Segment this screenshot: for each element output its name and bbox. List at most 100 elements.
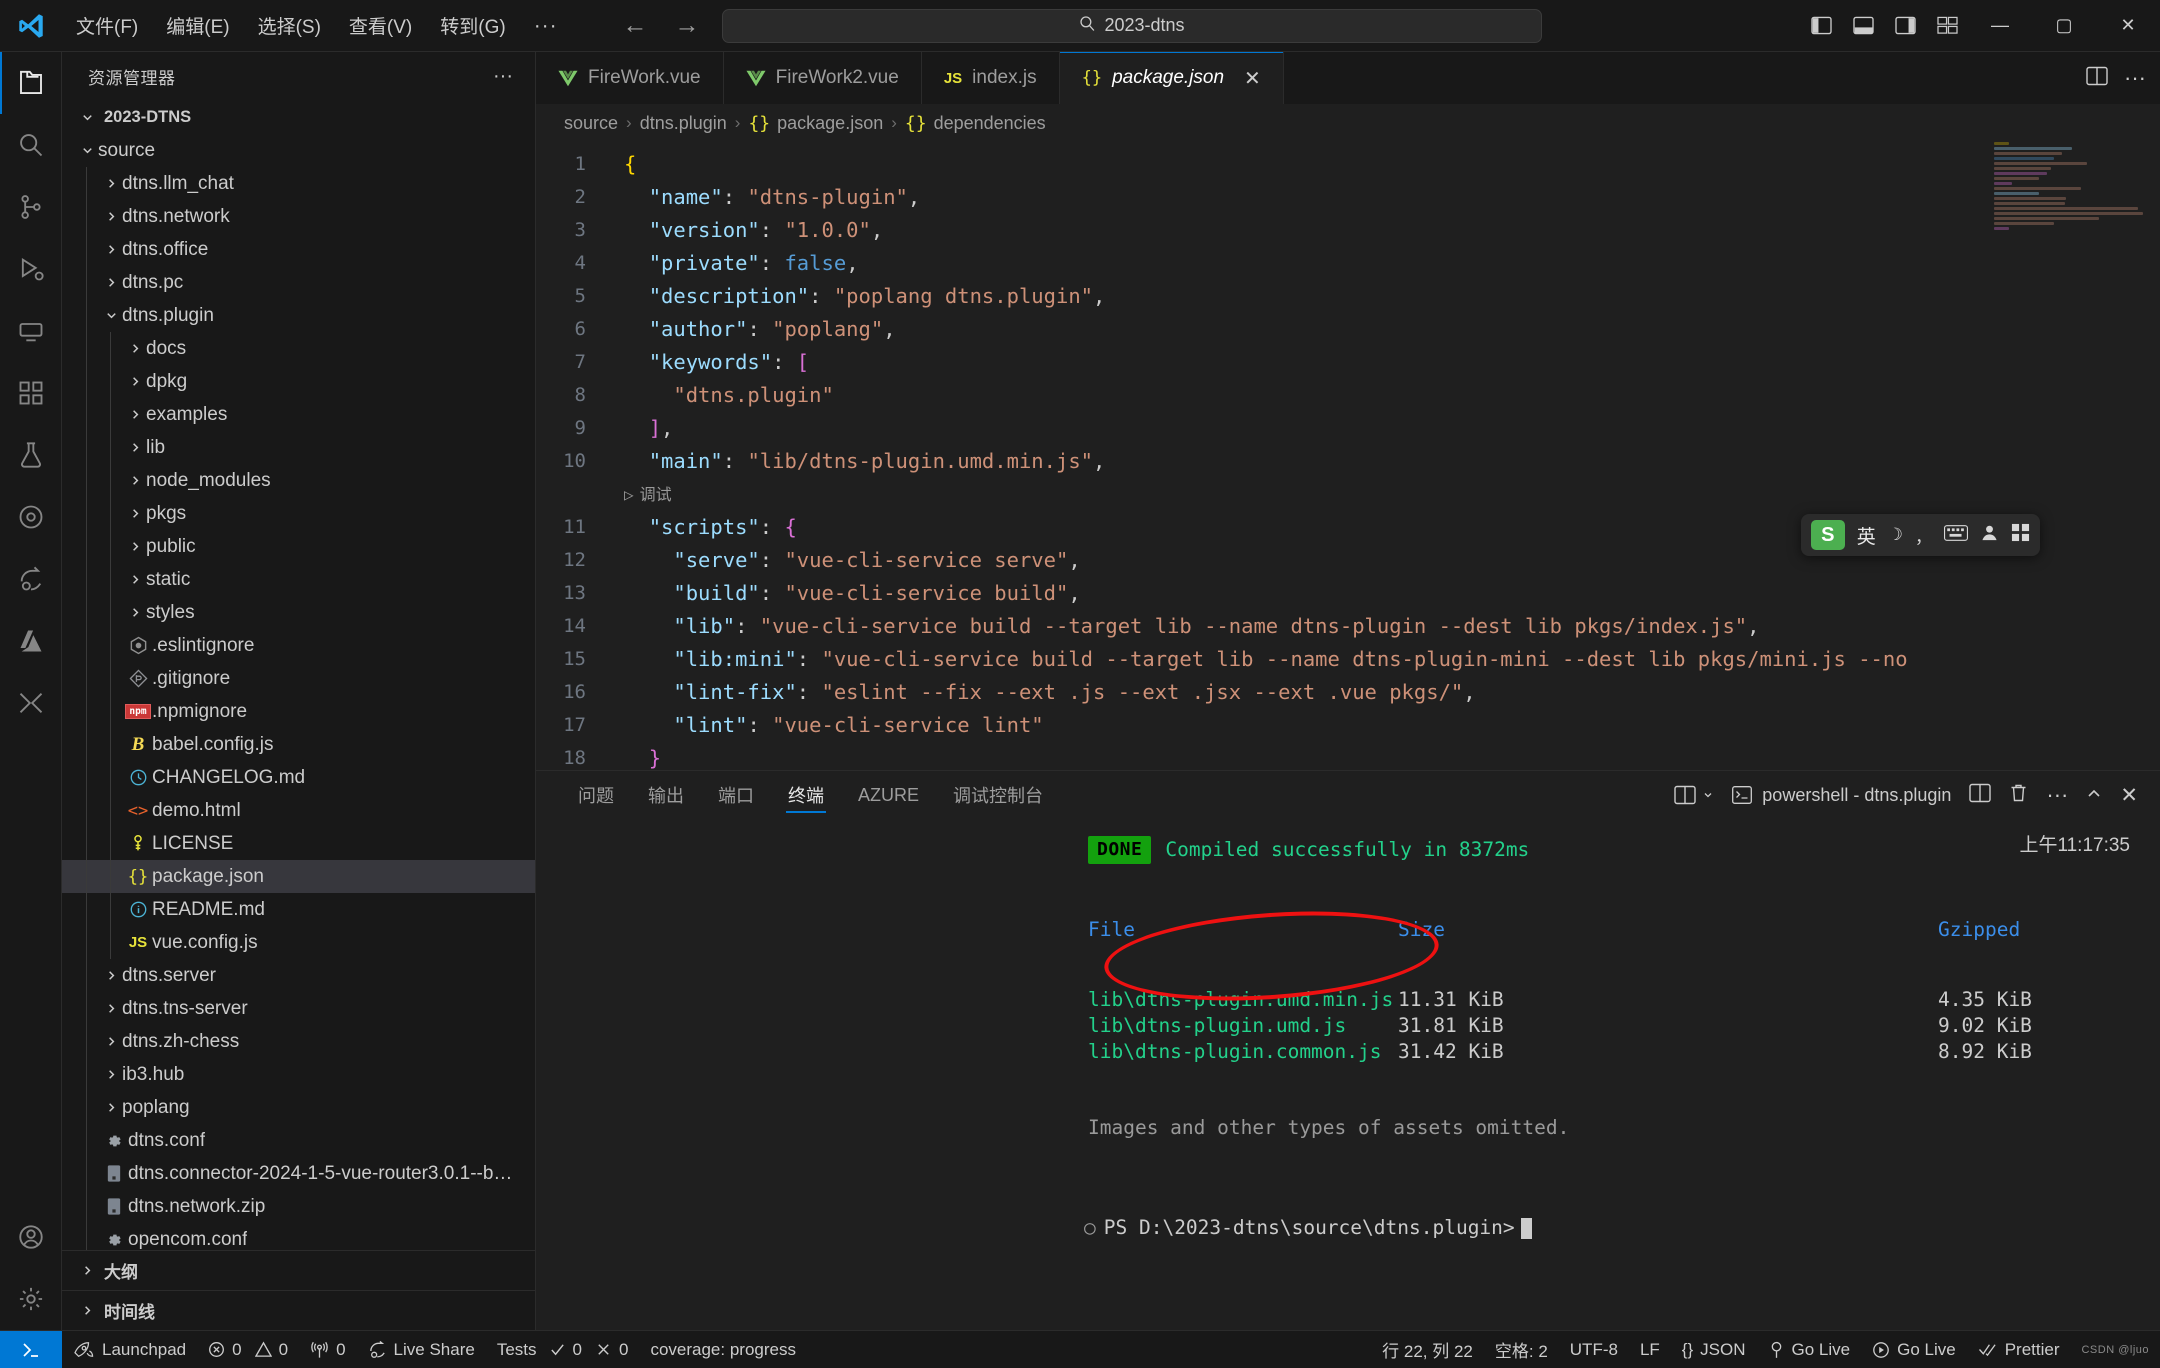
tree-file-row[interactable]: .gitignore	[62, 662, 535, 695]
activity-coverage-icon[interactable]	[0, 486, 62, 548]
status-problems[interactable]: 0 0	[197, 1331, 299, 1368]
tree-file-row[interactable]: npm.npmignore	[62, 695, 535, 728]
tree-file-row[interactable]: CHANGELOG.md	[62, 761, 535, 794]
tree-file-row[interactable]: dtns.connector-2024-1-5-vue-router3.0.1-…	[62, 1157, 535, 1190]
code-editor[interactable]: 1{2 "name": "dtns-plugin",3 "version": "…	[536, 142, 2160, 770]
minimap[interactable]	[1994, 142, 2144, 312]
file-tree[interactable]: sourcedtns.llm_chatdtns.networkdtns.offi…	[62, 134, 535, 1250]
panel-tab-1[interactable]: 输出	[634, 771, 698, 819]
activity-run-debug-icon[interactable]	[0, 238, 62, 300]
panel-tab-0[interactable]: 问题	[564, 771, 628, 819]
workspace-root-row[interactable]: 2023-DTNS	[62, 100, 535, 134]
split-editor-icon[interactable]	[2086, 66, 2108, 91]
menu-go[interactable]: 转到(G)	[426, 6, 519, 45]
tree-file-row[interactable]: Bbabel.config.js	[62, 728, 535, 761]
tree-folder-row[interactable]: pkgs	[62, 497, 535, 530]
window-maximize-button[interactable]: ▢	[2032, 0, 2096, 51]
status-go-live-broadcast[interactable]: Go Live	[1757, 1331, 1862, 1368]
window-close-button[interactable]: ✕	[2096, 0, 2160, 51]
activity-azure-icon[interactable]	[0, 610, 62, 672]
toggle-panel-icon[interactable]	[1842, 0, 1884, 51]
code-lens-debug[interactable]: ▷调试	[536, 478, 2160, 511]
activity-settings-gear-icon[interactable]	[0, 1268, 62, 1330]
status-go-live-play[interactable]: Go Live	[1861, 1331, 1967, 1368]
editor-more-actions-icon[interactable]: ···	[2124, 65, 2146, 91]
panel-more-icon[interactable]: ···	[2046, 782, 2068, 808]
tree-folder-row[interactable]: docs	[62, 332, 535, 365]
activity-partner-icon[interactable]	[0, 672, 62, 734]
toggle-secondary-sidebar-icon[interactable]	[1884, 0, 1926, 51]
panel-tabs[interactable]: 问题输出端口终端AZURE调试控制台 powershell - dtns.plu…	[536, 771, 2160, 819]
tree-folder-row[interactable]: dtns.office	[62, 233, 535, 266]
status-language-mode[interactable]: {} JSON	[1671, 1331, 1757, 1368]
keyboard-icon[interactable]	[1944, 525, 1968, 546]
panel-tab-5[interactable]: 调试控制台	[939, 771, 1057, 819]
menu-edit[interactable]: 编辑(E)	[152, 6, 243, 45]
activity-explorer-icon[interactable]	[0, 52, 62, 114]
status-cursor-position[interactable]: 行 22, 列 22	[1371, 1331, 1484, 1368]
status-prettier[interactable]: Prettier	[1967, 1331, 2071, 1368]
menu-bar[interactable]: 文件(F) 编辑(E) 选择(S) 查看(V) 转到(G) ···	[62, 6, 572, 45]
menu-file[interactable]: 文件(F)	[62, 6, 152, 45]
tree-folder-row[interactable]: styles	[62, 596, 535, 629]
quick-open-input[interactable]: 2023-dtns	[722, 9, 1542, 43]
grid-icon[interactable]	[2011, 523, 2030, 547]
close-tab-icon[interactable]: ✕	[1244, 66, 1261, 91]
status-tests[interactable]: Tests 0 0	[486, 1331, 640, 1368]
tree-file-row[interactable]: opencom.conf	[62, 1223, 535, 1250]
tree-file-row[interactable]: dtns.network.zip	[62, 1190, 535, 1223]
tree-file-row[interactable]: <>demo.html	[62, 794, 535, 827]
navigate-forward-button[interactable]: →	[670, 11, 704, 40]
panel-tab-2[interactable]: 端口	[704, 771, 768, 819]
breadcrumb-item[interactable]: {}package.json	[748, 113, 883, 134]
editor-tab-FireWork2-vue[interactable]: FireWork2.vue	[724, 52, 922, 104]
breadcrumb-item[interactable]: source	[564, 113, 618, 134]
tree-folder-row[interactable]: ib3.hub	[62, 1058, 535, 1091]
tree-folder-row[interactable]: dtns.tns-server	[62, 992, 535, 1025]
window-minimize-button[interactable]: —	[1968, 0, 2032, 51]
editor-tab-package-json[interactable]: {}package.json✕	[1060, 52, 1284, 104]
tree-folder-row[interactable]: static	[62, 563, 535, 596]
status-ports[interactable]: 0	[299, 1331, 356, 1368]
navigate-back-button[interactable]: ←	[618, 11, 652, 40]
menu-select[interactable]: 选择(S)	[244, 6, 335, 45]
status-live-share[interactable]: Live Share	[357, 1331, 486, 1368]
breadcrumb[interactable]: source›dtns.plugin›{}package.json›{}depe…	[536, 104, 2160, 142]
status-indentation[interactable]: 空格: 2	[1484, 1331, 1559, 1368]
tree-file-row[interactable]: .eslintignore	[62, 629, 535, 662]
menu-more-icon[interactable]: ···	[520, 12, 572, 40]
activity-search-icon[interactable]	[0, 114, 62, 176]
launch-profile-icon[interactable]	[1674, 785, 1714, 805]
tree-file-row[interactable]: dtns.conf	[62, 1124, 535, 1157]
explorer-more-icon[interactable]: ···	[493, 65, 523, 88]
menu-view[interactable]: 查看(V)	[335, 6, 426, 45]
tree-folder-row[interactable]: dtns.zh-chess	[62, 1025, 535, 1058]
kill-terminal-icon[interactable]	[2009, 783, 2028, 808]
activity-live-share-icon[interactable]	[0, 548, 62, 610]
status-encoding[interactable]: UTF-8	[1559, 1331, 1629, 1368]
tree-folder-row[interactable]: dtns.network	[62, 200, 535, 233]
tree-folder-row[interactable]: examples	[62, 398, 535, 431]
tree-folder-row[interactable]: dtns.llm_chat	[62, 167, 535, 200]
tree-folder-row[interactable]: dtns.server	[62, 959, 535, 992]
activity-extensions-icon[interactable]	[0, 362, 62, 424]
tree-file-row[interactable]: LICENSE	[62, 827, 535, 860]
ime-toolbar[interactable]: S 英 ☽ ，	[1801, 514, 2040, 556]
breadcrumb-item[interactable]: dtns.plugin	[640, 113, 727, 134]
tree-file-row[interactable]: {}package.json	[62, 860, 535, 893]
tree-folder-row[interactable]: lib	[62, 431, 535, 464]
tree-file-row[interactable]: JSvue.config.js	[62, 926, 535, 959]
status-eol[interactable]: LF	[1629, 1331, 1671, 1368]
panel-tab-3[interactable]: 终端	[774, 771, 838, 819]
editor-tab-index-js[interactable]: JSindex.js	[922, 52, 1060, 104]
terminal-output[interactable]: 上午11:17:35 DONE Compiled successfully in…	[536, 819, 2160, 1330]
outline-section[interactable]: 大纲	[62, 1250, 535, 1290]
tree-file-row[interactable]: README.md	[62, 893, 535, 926]
tree-folder-row[interactable]: dtns.pc	[62, 266, 535, 299]
split-terminal-icon[interactable]	[1969, 783, 1991, 808]
activity-remote-explorer-icon[interactable]	[0, 300, 62, 362]
panel-tab-4[interactable]: AZURE	[844, 771, 933, 819]
activity-testing-icon[interactable]	[0, 424, 62, 486]
remote-indicator-icon[interactable]	[0, 1331, 62, 1368]
terminal-prompt-line[interactable]: ○ PS D:\2023-dtns\source\dtns.plugin>	[536, 1215, 2160, 1241]
